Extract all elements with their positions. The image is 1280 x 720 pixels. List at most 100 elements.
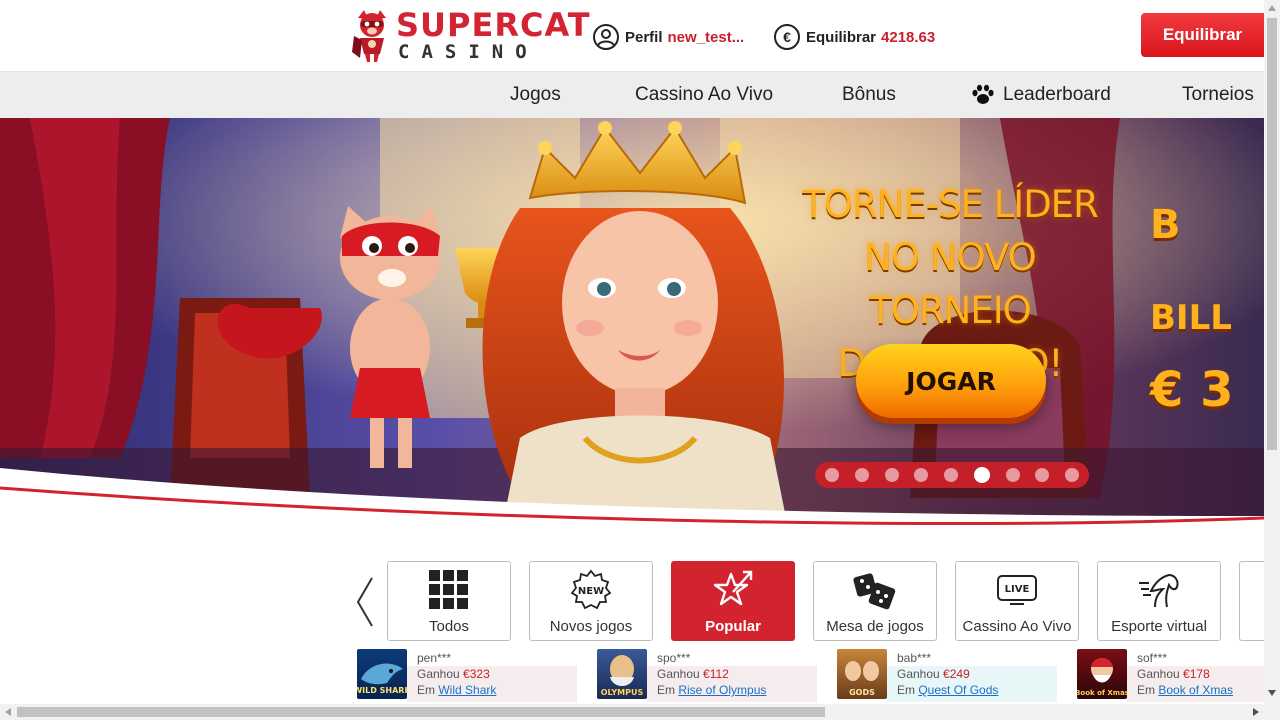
next-slide-peek: B (1150, 202, 1181, 248)
chevron-left-icon[interactable] (350, 574, 378, 630)
cat-mascot-icon (352, 10, 386, 62)
category-label: Novos jogos (549, 618, 633, 635)
category-label: Cassino Ao Vivo (962, 618, 1072, 635)
category-label: Todos (428, 618, 470, 635)
svg-text:LIVE: LIVE (1005, 584, 1030, 595)
game-thumbnail[interactable]: OLYMPUS (597, 649, 647, 699)
winner-item[interactable]: WILD SHARK pen*** Ganhou €323 Em Wild Sh… (357, 648, 583, 702)
carousel-dot[interactable] (825, 468, 839, 482)
winner-item[interactable]: Book of Xmas sof*** Ganhou €178 Em Book … (1077, 648, 1264, 702)
winner-user: bab*** (897, 651, 932, 665)
category-label: Mesa de jogos (826, 618, 924, 635)
category-virtual-sports[interactable]: Esporte virtual (1097, 561, 1221, 641)
profile-username: new_test... (667, 28, 745, 46)
euro-icon: € (774, 24, 800, 50)
won-label: Ganhou (897, 667, 940, 681)
winner-item[interactable]: GODS bab*** Ganhou €249 Em Quest Of Gods (837, 648, 1063, 702)
headline-line: NO NOVO TORNEIO (864, 236, 1037, 332)
game-link[interactable]: Book of Xmas (1158, 683, 1233, 697)
winner-text: spo*** Ganhou €112 Em Rise of Olympus (657, 650, 766, 698)
game-link[interactable]: Rise of Olympus (678, 683, 766, 697)
game-link[interactable]: Wild Shark (438, 683, 496, 697)
winner-user: pen*** (417, 651, 452, 665)
horizontal-scroll-thumb[interactable] (17, 707, 825, 717)
user-icon (593, 24, 619, 50)
in-label: Em (657, 683, 675, 697)
carousel-dot[interactable] (1035, 468, 1050, 482)
play-button[interactable]: JOGAR (856, 344, 1046, 418)
in-label: Em (1137, 683, 1155, 697)
vertical-scrollbar[interactable] (1264, 0, 1280, 704)
category-all[interactable]: Todos (387, 561, 511, 641)
nav-item-bonus[interactable]: Bônus (842, 84, 896, 106)
carousel-dot[interactable] (1065, 468, 1079, 482)
nav-item-torneios[interactable]: Torneios (1182, 84, 1254, 106)
site-header: SUPERCAT CASINO Perfil new_test... € Equ… (0, 0, 1264, 72)
game-thumbnail[interactable]: WILD SHARK (357, 649, 407, 699)
paw-icon (972, 84, 994, 104)
balance-amount: 4218.63 (881, 28, 936, 46)
game-thumbnail[interactable]: GODS (837, 649, 887, 699)
deposit-button[interactable]: Equilibrar (1141, 13, 1264, 57)
profile-label: Perfil (625, 28, 663, 46)
dice-icon (814, 568, 936, 612)
category-table-games[interactable]: Mesa de jogos (813, 561, 937, 641)
won-label: Ganhou (657, 667, 700, 681)
scroll-up-icon[interactable] (1268, 5, 1276, 11)
nav-item-cassino-ao-vivo[interactable]: Cassino Ao Vivo (635, 84, 773, 106)
win-amount: €178 (1183, 667, 1210, 681)
live-tv-icon: LIVE (956, 568, 1078, 612)
game-link[interactable]: Quest Of Gods (918, 683, 998, 697)
main-nav: Jogos Cassino Ao Vivo Bônus Leaderboard … (0, 72, 1264, 118)
horse-icon (1098, 568, 1220, 612)
winner-text: pen*** Ganhou €323 Em Wild Shark (417, 650, 496, 698)
svg-text:GODS: GODS (849, 688, 875, 697)
winner-text: bab*** Ganhou €249 Em Quest Of Gods (897, 650, 998, 698)
nav-item-label: Leaderboard (1003, 84, 1111, 105)
headline-line: TORNE-SE LÍDER (802, 183, 1099, 226)
svg-text:NEW: NEW (578, 586, 604, 597)
vertical-scroll-thumb[interactable] (1267, 18, 1277, 450)
carousel-dot[interactable] (944, 468, 958, 482)
grid-icon (388, 568, 510, 612)
supercat-logo[interactable]: SUPERCAT CASINO (352, 6, 590, 64)
carousel-dot[interactable] (854, 468, 869, 482)
star-arrow-icon (672, 568, 794, 612)
new-badge-icon: NEW (530, 568, 652, 612)
svg-text:OLYMPUS: OLYMPUS (601, 688, 644, 697)
carousel-dot[interactable] (884, 468, 899, 482)
winner-user: sof*** (1137, 651, 1168, 665)
scroll-down-icon[interactable] (1268, 690, 1276, 696)
horizontal-scrollbar[interactable] (0, 704, 1280, 720)
winner-item[interactable]: OLYMPUS spo*** Ganhou €112 Em Rise of Ol… (597, 648, 823, 702)
game-thumbnail[interactable]: Book of Xmas (1077, 649, 1127, 699)
category-label: Esporte virtual (1111, 618, 1207, 635)
nav-item-label: Bônus (842, 84, 896, 105)
scroll-left-icon[interactable] (5, 708, 11, 716)
category-label: Popular (705, 618, 761, 635)
scroll-right-icon[interactable] (1253, 708, 1259, 716)
logo-subtitle: CASINO (398, 41, 539, 63)
balance-display[interactable]: € Equilibrar 4218.63 (774, 22, 935, 52)
nav-item-label: Jogos (510, 84, 561, 105)
won-label: Ganhou (417, 667, 460, 681)
win-amount: €112 (703, 667, 729, 681)
carousel-pagination (815, 462, 1089, 488)
in-label: Em (417, 683, 435, 697)
next-slide-peek: € 3 (1150, 362, 1234, 418)
svg-text:WILD SHARK: WILD SHARK (357, 686, 407, 695)
category-new-games[interactable]: NEW Novos jogos (529, 561, 653, 641)
carousel-dot[interactable] (973, 467, 990, 483)
carousel-dot[interactable] (1005, 468, 1020, 482)
won-label: Ganhou (1137, 667, 1180, 681)
nav-item-jogos[interactable]: Jogos (510, 84, 561, 106)
carousel-dot[interactable] (914, 468, 929, 482)
category-popular[interactable]: Popular (671, 561, 795, 641)
nav-item-leaderboard[interactable]: Leaderboard (971, 84, 1111, 106)
promo-banner[interactable]: TORNE-SE LÍDER NO NOVO TORNEIO DA FUGASO… (0, 118, 1264, 538)
winner-text: sof*** Ganhou €178 Em Book of Xmas (1137, 650, 1233, 698)
svg-text:Book of Xmas: Book of Xmas (1077, 689, 1127, 697)
category-live-casino[interactable]: LIVE Cassino Ao Vivo (955, 561, 1079, 641)
win-amount: €323 (463, 667, 490, 681)
profile-link[interactable]: Perfil new_test... (593, 22, 744, 52)
